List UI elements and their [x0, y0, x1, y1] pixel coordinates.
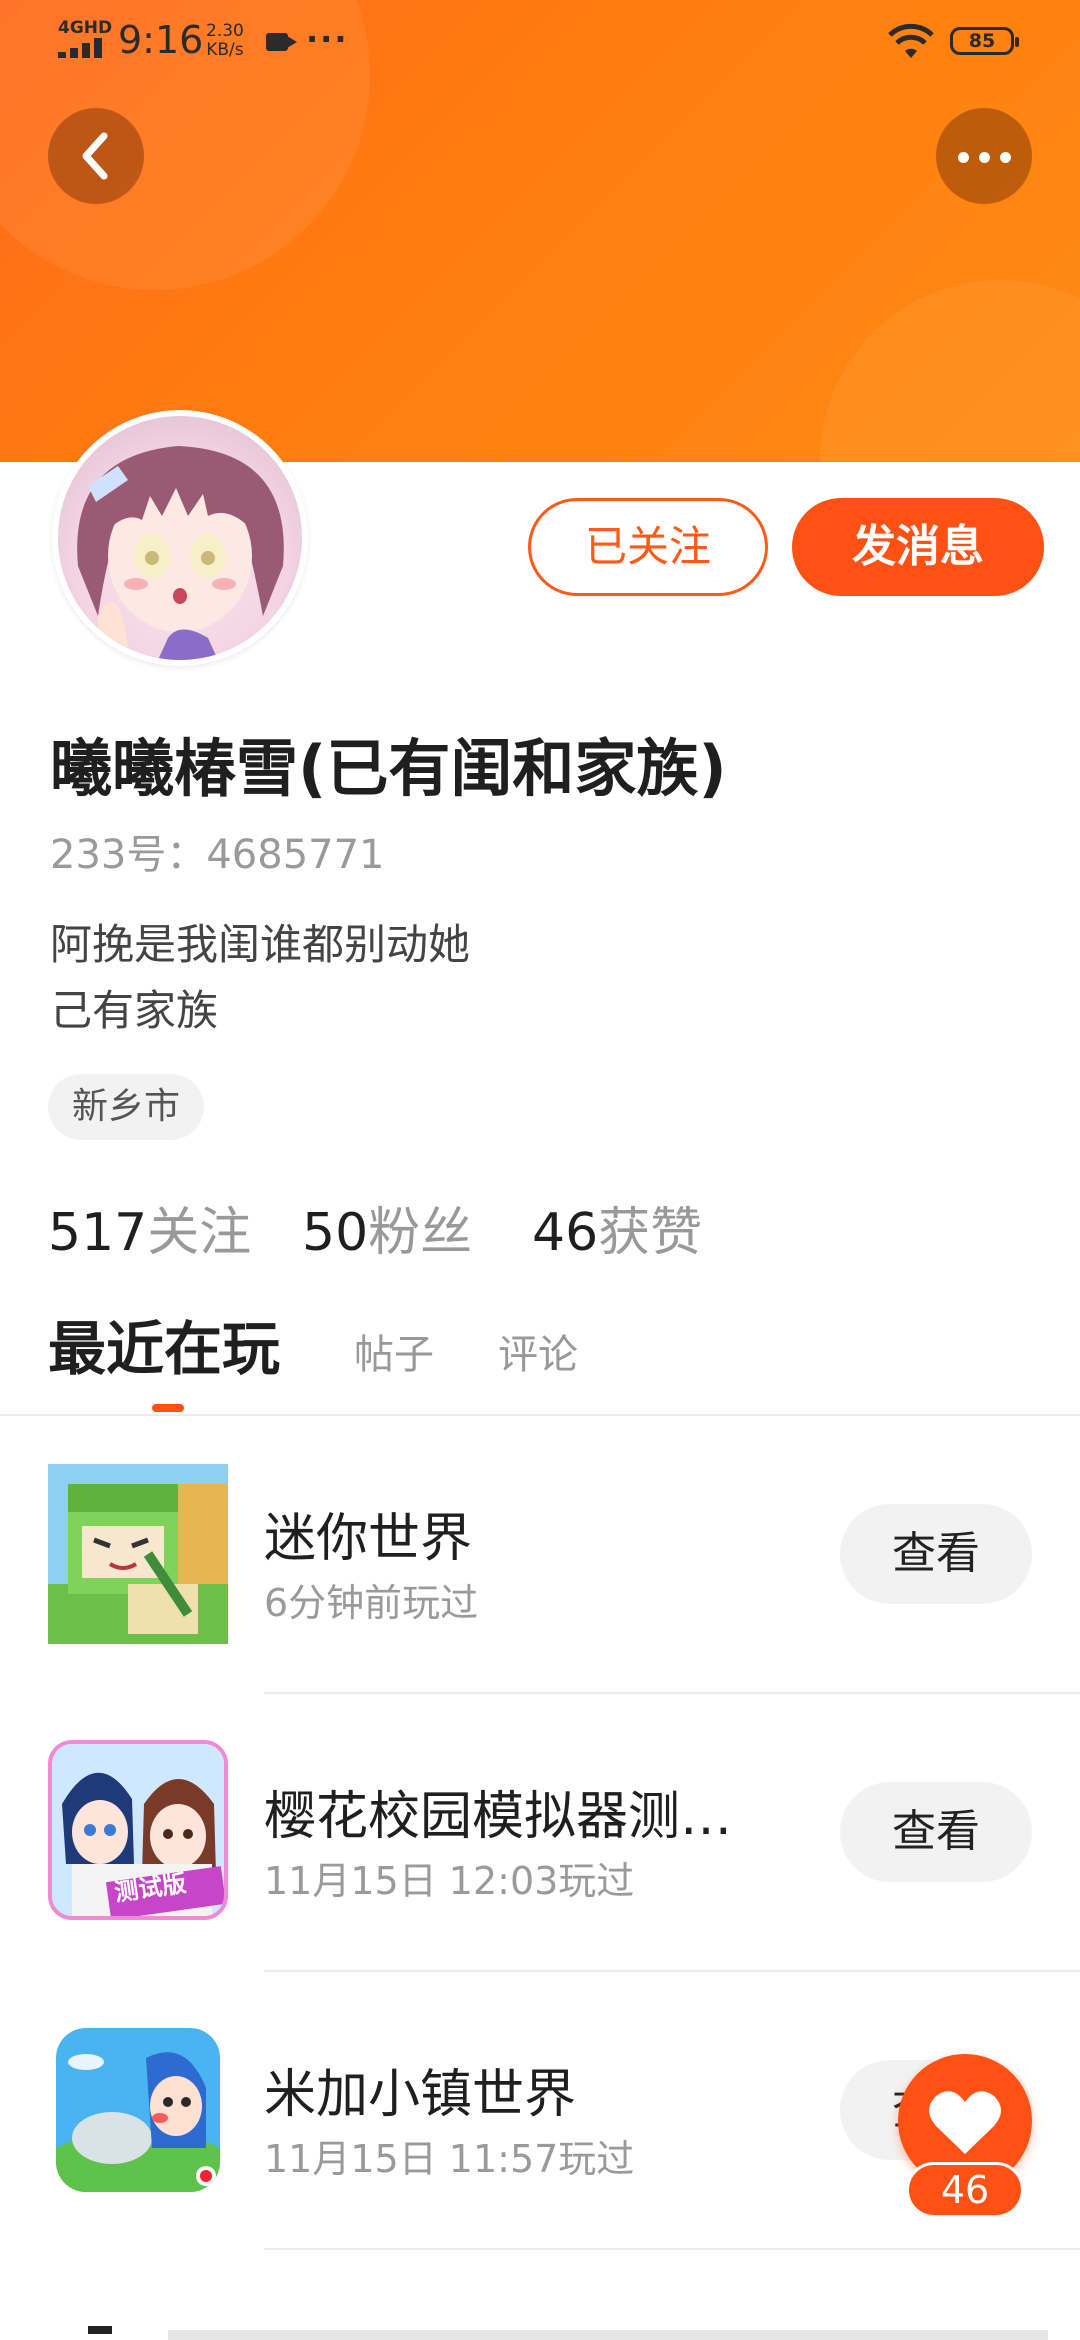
- speed-unit: KB/s: [206, 40, 244, 60]
- following-button[interactable]: 已关注: [528, 498, 768, 596]
- network-speed: 2.30 KB/s: [206, 22, 244, 60]
- tab-comments[interactable]: 评论: [498, 1322, 578, 1380]
- avatar-image: [58, 416, 302, 660]
- following-label: 关注: [147, 1203, 252, 1263]
- likes-stat[interactable]: 46获赞: [532, 1190, 702, 1265]
- status-bar: 4GHD 9:16 2.30 KB/s ··· 85: [0, 0, 1080, 84]
- fans-stat[interactable]: 50粉丝: [302, 1190, 472, 1265]
- clock: 9:16: [118, 18, 204, 62]
- user-id: 233号：4685771: [50, 832, 385, 878]
- next-list-item-peek: [48, 2316, 1048, 2340]
- more-dot-icon: [1000, 152, 1011, 163]
- signal-icon: [58, 38, 106, 58]
- game-name: 米加小镇世界: [264, 2065, 577, 2125]
- wifi-icon: [888, 23, 934, 58]
- network-type: 4GHD: [58, 18, 113, 38]
- tab-posts[interactable]: 帖子: [354, 1322, 434, 1380]
- view-button[interactable]: 查看: [840, 1504, 1032, 1604]
- likes-count: 46: [532, 1203, 599, 1263]
- more-dot-icon: [979, 152, 990, 163]
- game-played-time: 6分钟前玩过: [264, 1581, 479, 1625]
- fans-label: 粉丝: [368, 1203, 473, 1263]
- like-count-badge: 46: [906, 2162, 1024, 2218]
- active-tab-indicator: [152, 1404, 184, 1412]
- game-icon: [48, 1464, 228, 1644]
- bio-line: 己有家族: [50, 986, 219, 1035]
- game-name: 樱花校园模拟器测…: [264, 1787, 733, 1847]
- divider: [264, 2248, 1080, 2250]
- location-tag: 新乡市: [48, 1074, 205, 1140]
- battery-icon: 85: [950, 27, 1019, 55]
- bio-line: 阿挽是我闺谁都别动她: [50, 920, 471, 969]
- list-item[interactable]: 迷你世界 6分钟前玩过 查看: [0, 1416, 1080, 1694]
- profile-header: 4GHD 9:16 2.30 KB/s ··· 85: [0, 0, 1080, 462]
- tab-recently-played[interactable]: 最近在玩: [48, 1302, 280, 1386]
- profile-bio: 阿挽是我闺谁都别动她 己有家族: [50, 912, 470, 1044]
- fans-count: 50: [302, 1203, 369, 1263]
- profile-tabs: 最近在玩 帖子 评论: [0, 1310, 1080, 1416]
- header-decoration: [820, 280, 1080, 462]
- game-name: 迷你世界: [264, 1509, 473, 1569]
- more-dot-icon: [958, 152, 969, 163]
- chevron-left-icon: [82, 132, 108, 180]
- game-played-time: 11月15日 12:03玩过: [264, 1859, 635, 1903]
- more-options-button[interactable]: [936, 108, 1032, 204]
- following-stat[interactable]: 517关注: [48, 1190, 251, 1265]
- game-icon: 测试版: [48, 1740, 228, 1920]
- game-played-time: 11月15日 11:57玩过: [264, 2137, 635, 2181]
- following-count: 517: [48, 1203, 148, 1263]
- more-notifications-icon: ···: [306, 20, 349, 58]
- speed-value: 2.30: [206, 21, 244, 41]
- avatar[interactable]: [52, 410, 308, 666]
- video-icon: [266, 33, 297, 51]
- profile-name: 曦曦椿雪(已有闺和家族): [50, 732, 727, 805]
- back-button[interactable]: [48, 108, 144, 204]
- profile-page: 4GHD 9:16 2.30 KB/s ··· 85 已关注 发消息 曦曦椿雪(…: [0, 0, 1080, 2340]
- list-item[interactable]: 测试版 樱花校园模拟器测… 11月15日 12:03玩过 查看: [0, 1694, 1080, 1972]
- send-message-button[interactable]: 发消息: [792, 498, 1044, 596]
- likes-label: 获赞: [598, 1203, 703, 1263]
- view-button[interactable]: 查看: [840, 1782, 1032, 1882]
- game-icon: [56, 2028, 220, 2192]
